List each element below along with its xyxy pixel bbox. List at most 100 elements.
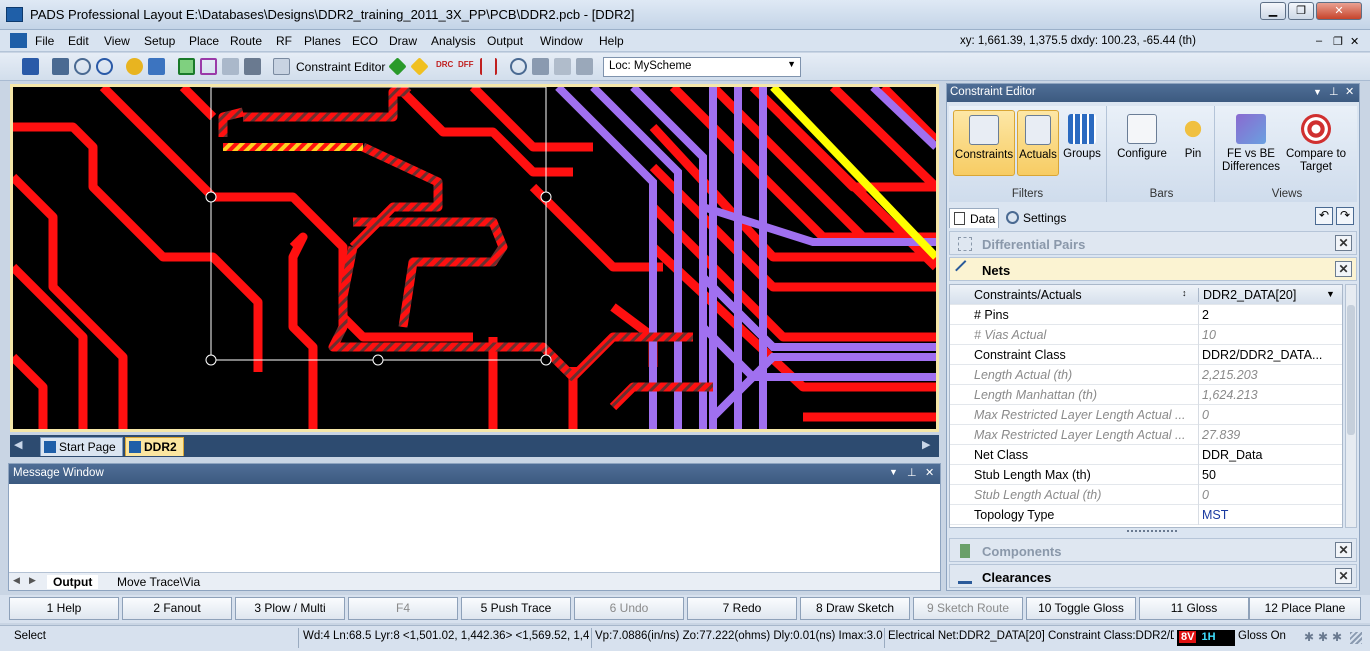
close-icon[interactable]: ✕	[925, 466, 934, 479]
menu-place[interactable]: Place	[189, 34, 219, 48]
menu-setup[interactable]: Setup	[144, 34, 175, 48]
properties-icon[interactable]	[554, 58, 571, 75]
grid-row-value[interactable]: 50	[1202, 468, 1340, 482]
section-nets[interactable]: Nets ✕	[949, 257, 1357, 281]
sort-icon[interactable]: ↕	[1182, 288, 1187, 298]
warning-icon[interactable]	[410, 57, 429, 76]
fkey-draw-sketch[interactable]: 8 Draw Sketch	[800, 597, 910, 620]
menu-view[interactable]: View	[104, 34, 130, 48]
fkey-undo[interactable]: 6 Undo	[574, 597, 684, 620]
fkey-redo[interactable]: 7 Redo	[687, 597, 797, 620]
chevron-right-icon[interactable]: ▶	[922, 438, 930, 451]
menu-help[interactable]: Help	[599, 34, 624, 48]
layer-indicator[interactable]: 8V 1H	[1177, 630, 1235, 646]
grid-row[interactable]: Stub Length Max (th) 50	[950, 465, 1342, 485]
redo-icon[interactable]	[96, 58, 113, 75]
fkey-fanout[interactable]: 2 Fanout	[122, 597, 232, 620]
grid-row-value[interactable]: DDR2/DDR2_DATA...	[1202, 348, 1340, 362]
menu-file[interactable]: File	[35, 34, 54, 48]
mdi-close-button[interactable]: ✕	[1350, 35, 1359, 48]
grid-row[interactable]: Max Restricted Layer Length Actual ... 27…	[950, 425, 1342, 445]
binoculars-icon[interactable]	[52, 58, 69, 75]
menu-eco[interactable]: ECO	[352, 34, 378, 48]
menu-planes[interactable]: Planes	[304, 34, 341, 48]
constraint-editor-button[interactable]: Constraint Editor	[296, 60, 385, 74]
drc-icon[interactable]: DRC	[436, 60, 453, 69]
grid-header-name[interactable]: Constraints/Actuals	[974, 288, 1196, 302]
chevron-down-icon[interactable]: ▼	[1313, 87, 1322, 97]
copy-icon[interactable]	[532, 58, 549, 75]
gear-icon[interactable]: ✱	[1332, 630, 1342, 644]
scheme-select[interactable]: Loc: MyScheme ▼	[603, 57, 801, 77]
configure-button[interactable]: Configure	[1111, 110, 1173, 161]
menu-edit[interactable]: Edit	[68, 34, 89, 48]
fkey-push-trace[interactable]: 5 Push Trace	[461, 597, 571, 620]
chevron-left-icon[interactable]: ◀	[14, 438, 22, 451]
undo-icon[interactable]: ↶	[1315, 207, 1333, 225]
splitter-handle[interactable]	[1127, 530, 1177, 534]
chevron-down-icon[interactable]: ▼	[1326, 289, 1335, 299]
fkey-toggle-gloss[interactable]: 10 Toggle Gloss	[1026, 597, 1136, 620]
resize-grip-icon[interactable]	[1350, 632, 1362, 644]
restore-button[interactable]: ❐	[1288, 2, 1314, 20]
redo-icon[interactable]: ↷	[1336, 207, 1354, 225]
menu-output[interactable]: Output	[487, 34, 523, 48]
fkey-gloss[interactable]: 11 Gloss	[1139, 597, 1249, 620]
zoom-icon[interactable]	[510, 58, 527, 75]
grid-header-net[interactable]: DDR2_DATA[20]	[1198, 288, 1336, 302]
groups-button[interactable]: Groups	[1061, 110, 1103, 176]
grid-row[interactable]: # Vias Actual 10	[950, 325, 1342, 345]
grid-row[interactable]: Length Actual (th) 2,215.203	[950, 365, 1342, 385]
grid-row-value[interactable]: MST	[1202, 508, 1340, 522]
save-icon[interactable]	[22, 58, 39, 75]
constraint-editor-icon[interactable]	[273, 58, 290, 75]
grid-row-value[interactable]: 2	[1202, 308, 1340, 322]
grid-icon[interactable]	[244, 58, 261, 75]
tab-move-trace-via[interactable]: Move Trace\Via	[111, 575, 206, 589]
fkey-help[interactable]: 1 Help	[9, 597, 119, 620]
mdi-restore-button[interactable]: ❐	[1333, 35, 1343, 48]
undo-icon[interactable]	[74, 58, 91, 75]
close-icon[interactable]: ✕	[1335, 261, 1352, 277]
board-icon[interactable]	[178, 58, 195, 75]
tab-data[interactable]: Data	[949, 208, 999, 228]
tab-output[interactable]: Output	[47, 575, 99, 589]
tab-start-page[interactable]: Start Page	[40, 437, 123, 456]
menu-analysis[interactable]: Analysis	[431, 34, 476, 48]
editor-icon[interactable]	[576, 58, 593, 75]
section-differential-pairs[interactable]: Differential Pairs ✕	[949, 231, 1357, 255]
fkey-plow[interactable]: 3 Plow / Multi	[235, 597, 345, 620]
chevron-left-icon[interactable]: ◀	[13, 575, 20, 586]
chevron-down-icon[interactable]: ▼	[889, 467, 898, 477]
section-clearances[interactable]: Clearances ✕	[949, 564, 1357, 588]
menu-route[interactable]: Route	[230, 34, 262, 48]
close-icon[interactable]: ✕	[1335, 235, 1352, 251]
gear-icon[interactable]: ✱	[1304, 630, 1314, 644]
mdi-minimize-button[interactable]: –	[1316, 35, 1322, 47]
grid-scrollbar[interactable]	[1345, 284, 1357, 528]
light-icon[interactable]	[126, 58, 143, 75]
grid-row[interactable]: Constraint Class DDR2/DDR2_DATA...	[950, 345, 1342, 365]
constraints-button[interactable]: Constraints	[953, 110, 1015, 176]
fe-vs-be-button[interactable]: FE vs BE Differences	[1219, 110, 1283, 174]
dff-icon[interactable]: DFF	[458, 60, 474, 69]
gear-icon[interactable]: ✱	[1318, 630, 1328, 644]
grid-row[interactable]: # Pins 2	[950, 305, 1342, 325]
arrow-icon[interactable]	[222, 58, 239, 75]
grid-row[interactable]: Length Manhattan (th) 1,624.213	[950, 385, 1342, 405]
scrollbar-thumb[interactable]	[1347, 305, 1355, 435]
grid-row-value[interactable]: DDR_Data	[1202, 448, 1340, 462]
section-components[interactable]: Components ✕	[949, 538, 1357, 562]
grid-row[interactable]: Topology Type MST	[950, 505, 1342, 525]
compare-to-target-button[interactable]: Compare to Target	[1285, 110, 1347, 174]
tab-settings[interactable]: Settings	[1003, 208, 1073, 228]
layers-icon[interactable]	[200, 58, 217, 75]
close-button[interactable]: ✕	[1316, 2, 1362, 20]
pin-icon[interactable]: ⊥	[1329, 85, 1339, 98]
close-icon[interactable]: ✕	[1335, 542, 1352, 558]
close-icon[interactable]: ✕	[1335, 568, 1352, 584]
component-icon[interactable]	[148, 58, 165, 75]
close-icon[interactable]: ✕	[1345, 85, 1354, 98]
minimize-button[interactable]: ▁	[1260, 2, 1286, 20]
menu-rf[interactable]: RF	[276, 34, 292, 48]
